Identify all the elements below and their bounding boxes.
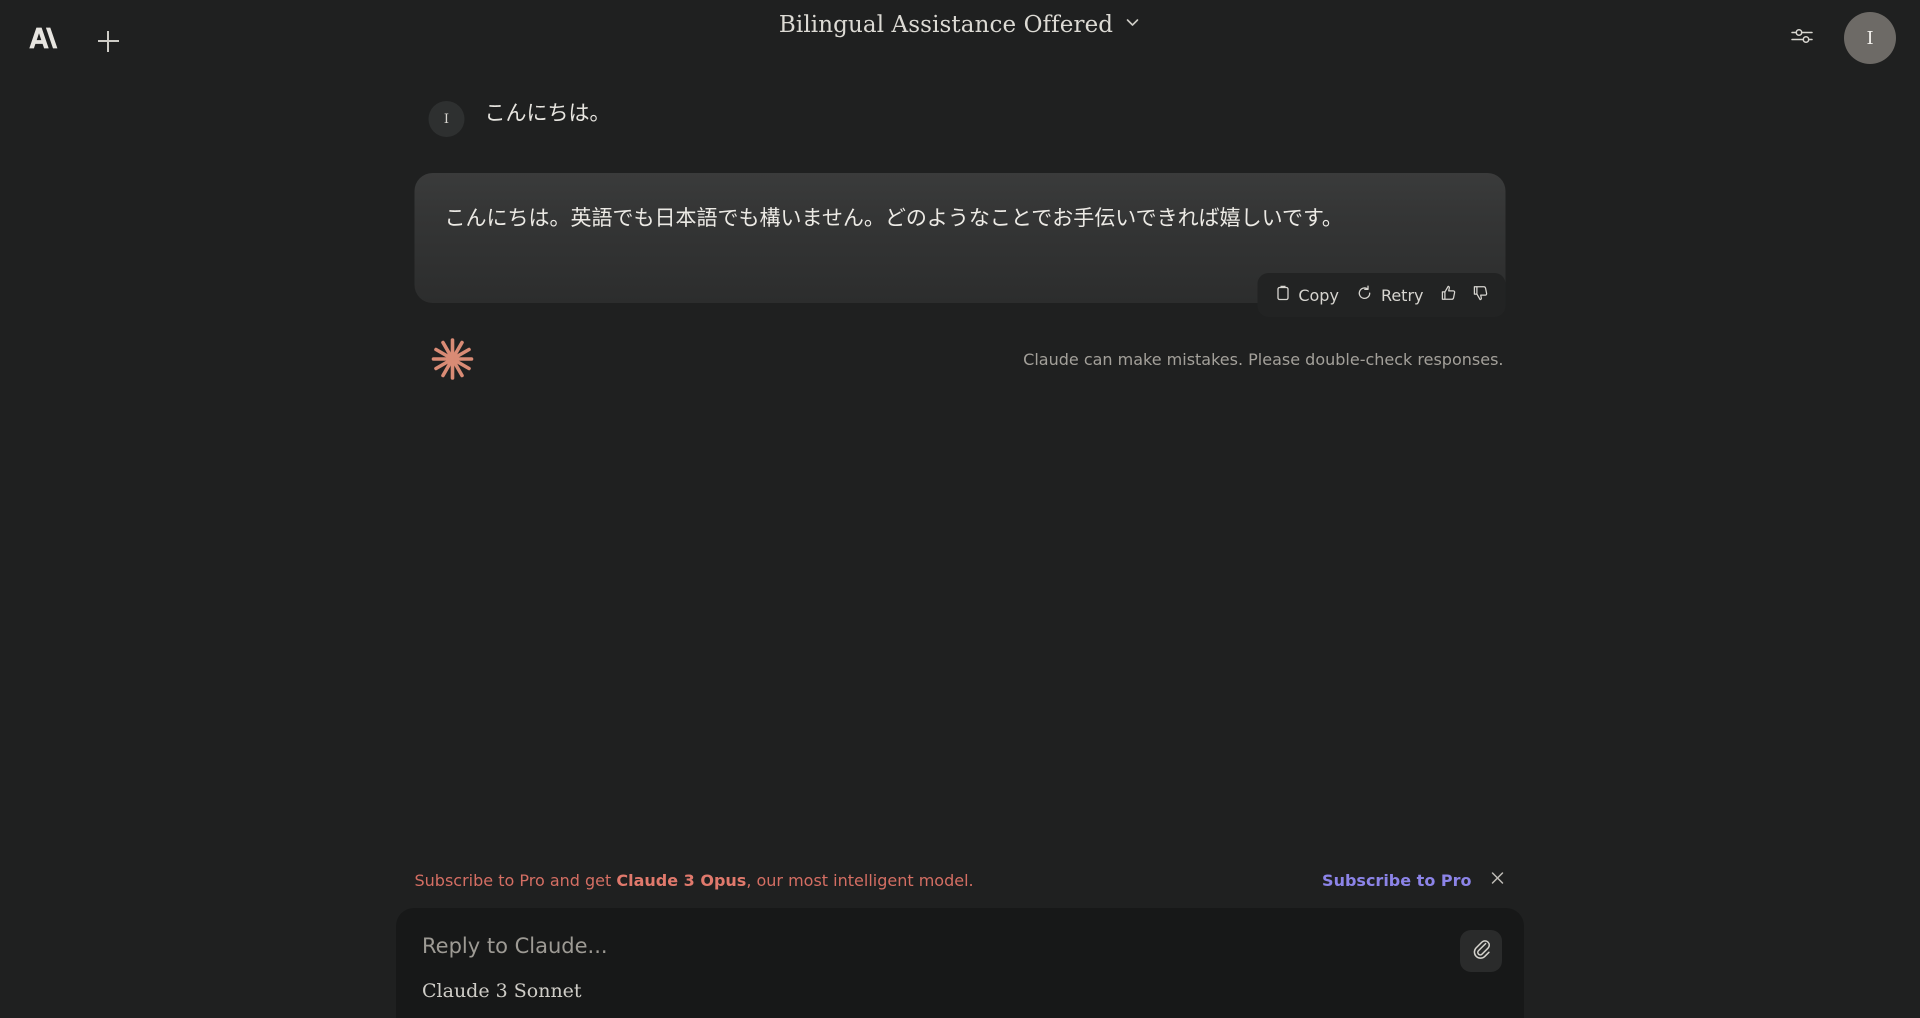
promo-banner: Subscribe to Pro and get Claude 3 Opus, … — [415, 870, 1506, 890]
paperclip-icon — [1471, 938, 1492, 964]
promo-highlight: Claude 3 Opus — [616, 870, 747, 890]
claude-starburst-icon — [429, 335, 477, 383]
subscribe-to-pro-link[interactable]: Subscribe to Pro — [1322, 871, 1471, 890]
promo-message: Subscribe to Pro and get Claude 3 Opus, … — [415, 871, 974, 890]
thumbs-down-icon — [1472, 284, 1490, 306]
claude-chat-window: Bilingual Assistance Offered I I こんにちは。 … — [0, 0, 1920, 1018]
close-icon — [1490, 870, 1506, 890]
assistant-message-text: こんにちは。英語でも日本語でも構いません。どのようなことでお手伝いできれば嬉しい… — [444, 206, 1343, 230]
retry-button[interactable]: Retry — [1351, 282, 1430, 308]
user-message-text: こんにちは。 — [484, 101, 611, 125]
message-composer[interactable]: Reply to Claude... Claude 3 Sonnet — [396, 908, 1524, 1018]
message-action-toolbar: Copy Retry — [1257, 273, 1506, 317]
user-message: I こんにちは。 — [415, 98, 1506, 137]
thumbs-up-button[interactable] — [1436, 281, 1462, 309]
model-selector[interactable]: Claude 3 Sonnet — [422, 980, 1524, 1002]
promo-actions: Subscribe to Pro — [1322, 870, 1505, 890]
refresh-icon — [1357, 285, 1373, 305]
thread-footer: Claude can make mistakes. Please double-… — [415, 335, 1506, 383]
promo-text-after: , our most intelligent model. — [746, 870, 974, 890]
header-actions: I — [1784, 12, 1896, 64]
reply-input[interactable]: Reply to Claude... — [422, 934, 1524, 958]
sliders-icon — [1790, 26, 1815, 51]
chevron-down-icon — [1124, 14, 1141, 36]
user-avatar-button[interactable]: I — [1844, 12, 1896, 64]
clipboard-icon — [1275, 285, 1290, 305]
conversation-thread: I こんにちは。 こんにちは。英語でも日本語でも構いません。どのようなことでお手… — [414, 98, 1506, 383]
copy-button[interactable]: Copy — [1269, 282, 1345, 308]
copy-label: Copy — [1298, 285, 1339, 305]
avatar-initial: I — [1866, 27, 1874, 49]
disclaimer-text: Claude can make mistakes. Please double-… — [1023, 349, 1504, 369]
promo-text-before: Subscribe to Pro and get — [414, 870, 617, 890]
attach-file-button[interactable] — [1460, 930, 1502, 972]
thumbs-up-icon — [1440, 284, 1458, 306]
assistant-message: こんにちは。英語でも日本語でも構いません。どのようなことでお手伝いできれば嬉しい… — [414, 173, 1506, 317]
avatar-initial: I — [443, 111, 450, 127]
thumbs-down-button[interactable] — [1468, 281, 1494, 309]
settings-button[interactable] — [1784, 20, 1820, 56]
user-message-avatar: I — [428, 101, 465, 137]
app-header: Bilingual Assistance Offered I — [0, 0, 1920, 82]
conversation-title-button[interactable]: Bilingual Assistance Offered — [0, 12, 1920, 38]
page-title: Bilingual Assistance Offered — [778, 12, 1114, 38]
retry-label: Retry — [1380, 285, 1424, 305]
close-promo-button[interactable] — [1490, 870, 1506, 890]
